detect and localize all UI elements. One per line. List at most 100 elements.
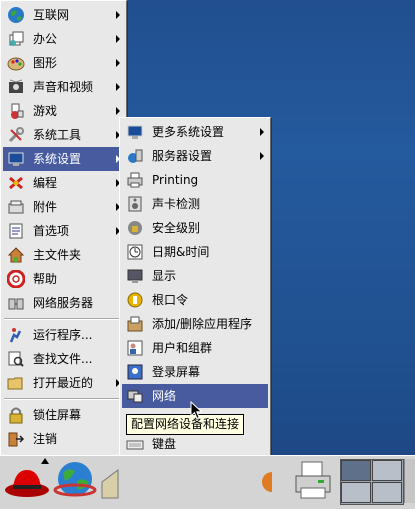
submenu-arrow-icon (116, 107, 120, 115)
submenu-item-more-settings[interactable]: 更多系统设置 (122, 120, 268, 144)
menu-item-label: 网络服务器 (33, 296, 94, 310)
submenu-arrow-icon (116, 59, 120, 67)
menu-item-label: 主文件夹 (33, 248, 82, 262)
add-remove-icon (127, 316, 143, 332)
help-icon (7, 270, 25, 288)
mouse-cursor-icon (190, 401, 203, 420)
server-settings-icon (128, 149, 143, 163)
main-menu-item-office[interactable]: 办公 (3, 27, 124, 51)
search-icon (8, 351, 24, 367)
submenu-item-server-settings[interactable]: 服务器设置 (122, 144, 268, 168)
display-icon (127, 269, 143, 283)
menu-separator (4, 398, 123, 400)
workspace-3[interactable] (341, 482, 371, 503)
menu-item-label: 办公 (33, 32, 58, 46)
root-password-icon (127, 292, 143, 308)
submenu-item-display[interactable]: 显示 (122, 264, 268, 288)
home-folder-icon (7, 247, 25, 263)
main-menu-item-system-settings[interactable]: 系统设置 (3, 147, 124, 171)
main-menu-item-search[interactable]: 查找文件... (3, 347, 124, 371)
menu-item-label: 用户和组群 (152, 341, 213, 355)
menu-item-label: 键盘 (152, 437, 177, 451)
menu-item-label: 系统工具 (33, 128, 82, 142)
more-settings-icon (127, 125, 143, 139)
web-browser-launcher-icon[interactable] (53, 459, 97, 501)
main-menu-item-lock[interactable]: 锁住屏幕 (3, 403, 124, 427)
submenu-arrow-icon (260, 152, 264, 160)
menu-item-label: 声音和视频 (33, 80, 94, 94)
users-icon (127, 340, 143, 356)
menu-item-label: Printing (152, 173, 199, 187)
submenu-arrow-icon (116, 83, 120, 91)
email-launcher-icon[interactable] (100, 462, 120, 502)
submenu-item-root-password[interactable]: 根口令 (122, 288, 268, 312)
clock-icon (127, 244, 143, 260)
printer-icon (127, 172, 143, 188)
workspace-4[interactable] (372, 482, 402, 503)
submenu-item-clock[interactable]: 日期&时间 (122, 240, 268, 264)
submenu-arrow-icon (260, 128, 264, 136)
workspace-2[interactable] (372, 460, 402, 481)
menu-item-label: 安全级别 (152, 221, 201, 235)
menu-item-label: 首选项 (33, 224, 70, 238)
sound-video-icon (9, 79, 23, 93)
main-menu-item-system-tools[interactable]: 系统工具 (3, 123, 124, 147)
main-menu-item-preferences[interactable]: 首选项 (3, 219, 124, 243)
tooltip: 配置网络设备和连接 (126, 414, 245, 435)
print-manager-launcher-icon[interactable] (292, 458, 334, 502)
menu-item-label: 帮助 (33, 272, 58, 286)
preferences-icon (9, 223, 23, 239)
games-icon (11, 103, 24, 119)
main-menu-item-logout[interactable]: 注销 (3, 427, 124, 451)
submenu-item-keyboard[interactable]: 键盘 (122, 432, 268, 456)
main-menu-item-programming[interactable]: 编程 (3, 171, 124, 195)
menu-item-label: 查找文件... (33, 352, 93, 366)
network-icon (127, 390, 143, 403)
workspace-switcher[interactable] (340, 459, 404, 505)
menu-item-label: 更多系统设置 (152, 125, 225, 139)
submenu-item-add-remove[interactable]: 添加/删除应用程序 (122, 312, 268, 336)
workspace-1[interactable] (341, 460, 371, 481)
notification-tray (404, 459, 415, 503)
submenu-item-security[interactable]: 安全级别 (122, 216, 268, 240)
menu-item-label: 打开最近的 (33, 376, 94, 390)
menu-item-label: 游戏 (33, 104, 58, 118)
office-icon (9, 31, 24, 46)
menu-item-label: 添加/删除应用程序 (152, 317, 253, 331)
folder-icon (7, 377, 23, 390)
main-menu-item-folder[interactable]: 打开最近的 (3, 371, 124, 395)
menu-item-label: 锁住屏幕 (33, 408, 82, 422)
main-menu-item-help[interactable]: 帮助 (3, 267, 124, 291)
submenu-item-printer[interactable]: Printing (122, 168, 268, 192)
submenu-item-soundcard[interactable]: 声卡检测 (122, 192, 268, 216)
main-menu-item-graphics[interactable]: 图形 (3, 51, 124, 75)
main-menu-item-games[interactable]: 游戏 (3, 99, 124, 123)
main-menu: 互联网办公图形声音和视频游戏系统工具系统设置编程附件首选项主文件夹帮助网络服务器… (0, 0, 127, 457)
menu-item-label: 显示 (152, 269, 177, 283)
menu-item-label: 网络 (152, 389, 177, 403)
menu-item-label: 运行程序... (33, 328, 93, 342)
office-launcher-icon[interactable] (262, 466, 272, 496)
main-menu-item-sound-video[interactable]: 声音和视频 (3, 75, 124, 99)
main-menu-item-accessories[interactable]: 附件 (3, 195, 124, 219)
menu-item-label: 注销 (33, 432, 58, 446)
soundcard-icon (128, 196, 142, 212)
programming-icon (9, 176, 23, 190)
system-tools-icon (8, 127, 24, 143)
system-settings-icon (8, 152, 24, 166)
main-menu-item-network-servers[interactable]: 网络服务器 (3, 291, 124, 315)
keyboard-icon (126, 440, 144, 450)
main-menu-item-home-folder[interactable]: 主文件夹 (3, 243, 124, 267)
submenu-arrow-icon (116, 35, 120, 43)
submenu-item-login-screen[interactable]: 登录屏幕 (122, 360, 268, 384)
main-menu-item-run[interactable]: 运行程序... (3, 323, 124, 347)
logout-icon (8, 432, 25, 447)
menu-item-label: 登录屏幕 (152, 365, 201, 379)
main-menu-item-globe[interactable]: 互联网 (3, 3, 124, 27)
menu-item-label: 图形 (33, 56, 58, 70)
redhat-main-menu-icon[interactable] (3, 458, 51, 502)
submenu-item-users[interactable]: 用户和组群 (122, 336, 268, 360)
menu-item-label: 编程 (33, 176, 58, 190)
system-settings-submenu: 更多系统设置服务器设置 Printing 声卡检测安全级别日期&时间显示根口令添加/… (119, 117, 271, 507)
menu-item-label: 声卡检测 (152, 197, 201, 211)
